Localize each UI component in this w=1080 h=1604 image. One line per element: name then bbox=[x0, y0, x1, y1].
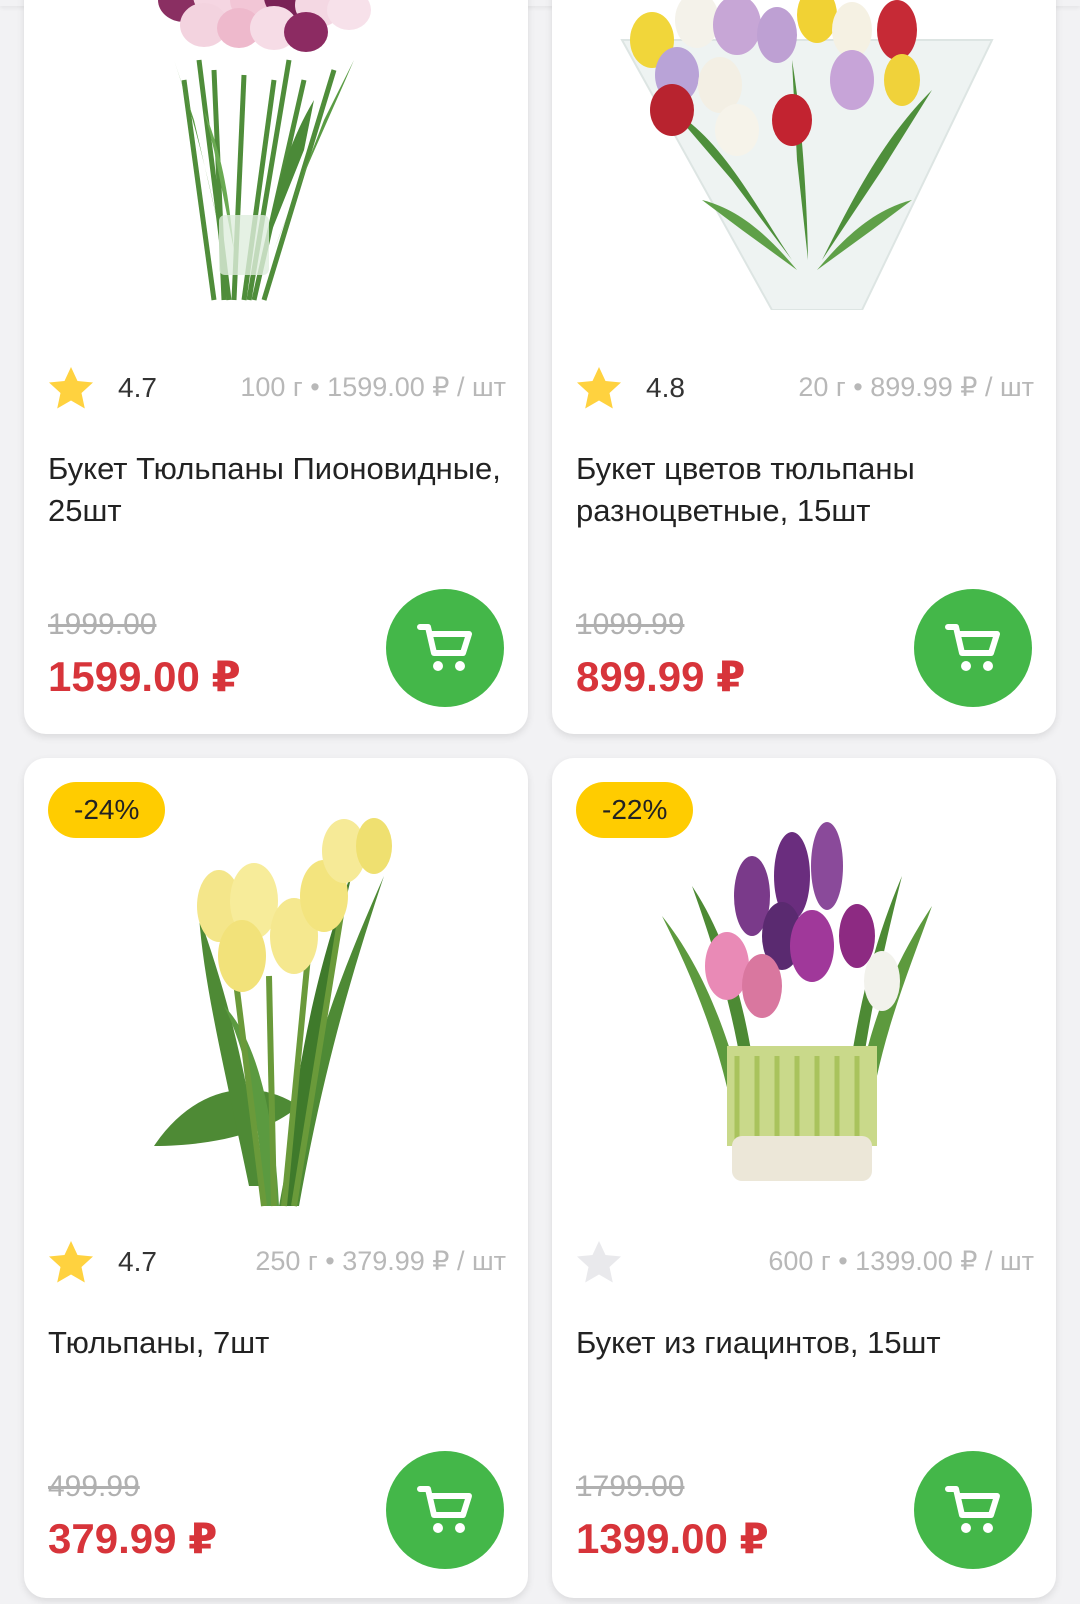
current-price: 379.99 ₽ bbox=[48, 1515, 218, 1562]
pink-peony-tulips-bouquet-image[interactable] bbox=[24, 0, 528, 310]
rating-row: 4.7 100 г • 1599.00 ₽ / шт bbox=[46, 364, 506, 414]
product-title[interactable]: Букет цветов тюльпаны разноцветные, 15шт bbox=[576, 448, 1032, 532]
rating-row: 4.7 250 г • 379.99 ₽ / шт bbox=[46, 1238, 506, 1288]
add-to-cart-button[interactable] bbox=[914, 1451, 1032, 1569]
star-empty-icon bbox=[577, 1241, 621, 1283]
product-card[interactable]: 4.8 20 г • 899.99 ₽ / шт Букет цветов тю… bbox=[552, 0, 1056, 734]
product-title[interactable]: Тюльпаны, 7шт bbox=[48, 1322, 504, 1364]
mixed-color-tulips-bouquet-image[interactable] bbox=[552, 0, 1056, 310]
rating-value: 4.7 bbox=[118, 372, 157, 403]
product-card[interactable]: -22% 600 г • 1399.00 ₽ / шт Букет из гиа… bbox=[552, 758, 1056, 1598]
old-price: 499.99 bbox=[48, 1470, 140, 1503]
yellow-tulips-image[interactable] bbox=[24, 806, 528, 1214]
product-card[interactable]: 4.7 100 г • 1599.00 ₽ / шт Букет Тюльпан… bbox=[24, 0, 528, 734]
unit-info: 250 г • 379.99 ₽ / шт bbox=[255, 1246, 506, 1276]
product-title[interactable]: Букет Тюльпаны Пионовидные, 25шт bbox=[48, 448, 504, 532]
star-icon bbox=[49, 1241, 93, 1283]
rating-row: 4.8 20 г • 899.99 ₽ / шт bbox=[574, 364, 1034, 414]
add-to-cart-button[interactable] bbox=[386, 1451, 504, 1569]
cart-icon bbox=[945, 1486, 1000, 1533]
rating-value: 4.7 bbox=[118, 1246, 157, 1277]
old-price: 1999.00 bbox=[48, 608, 157, 641]
add-to-cart-button[interactable] bbox=[914, 589, 1032, 707]
rating-row: 600 г • 1399.00 ₽ / шт bbox=[574, 1238, 1034, 1288]
star-icon bbox=[577, 367, 621, 409]
current-price: 1399.00 ₽ bbox=[576, 1515, 769, 1562]
unit-info: 600 г • 1399.00 ₽ / шт bbox=[768, 1246, 1034, 1276]
add-to-cart-button[interactable] bbox=[386, 589, 504, 707]
star-icon bbox=[49, 367, 93, 409]
unit-info: 20 г • 899.99 ₽ / шт bbox=[798, 372, 1034, 402]
product-title[interactable]: Букет из гиацинтов, 15шт bbox=[576, 1322, 1032, 1364]
current-price: 899.99 ₽ bbox=[576, 653, 746, 700]
rating-value: 4.8 bbox=[646, 372, 685, 403]
product-grid: 4.7 100 г • 1599.00 ₽ / шт Букет Тюльпан… bbox=[0, 0, 1080, 1604]
hyacinths-bouquet-image[interactable] bbox=[552, 806, 1056, 1214]
cart-icon bbox=[417, 624, 472, 671]
old-price: 1099.99 bbox=[576, 608, 685, 641]
old-price: 1799.00 bbox=[576, 1470, 685, 1503]
cart-icon bbox=[417, 1486, 472, 1533]
product-card[interactable]: -24% 4.7 250 г • 379.99 ₽ / шт Тюльпаны,… bbox=[24, 758, 528, 1598]
current-price: 1599.00 ₽ bbox=[48, 653, 241, 700]
cart-icon bbox=[945, 624, 1000, 671]
unit-info: 100 г • 1599.00 ₽ / шт bbox=[240, 372, 506, 402]
